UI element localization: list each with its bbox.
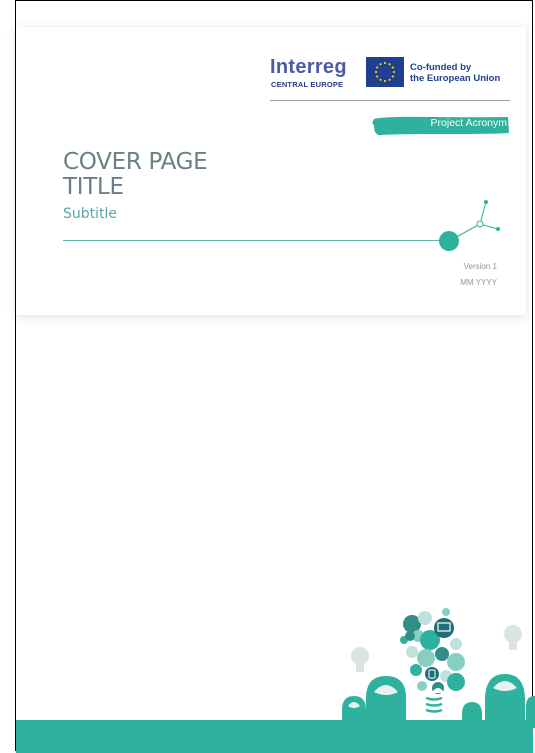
project-acronym: Project Acronym [430, 117, 507, 129]
title-underline [63, 240, 443, 241]
eu-flag-icon [366, 57, 404, 87]
interreg-programme-name: CENTRAL EUROPE [271, 80, 344, 89]
lightbulb-heads-illustration [342, 608, 535, 728]
idea-bulb-icon [405, 631, 415, 641]
eu-line-1: Co-funded by [410, 62, 472, 73]
cover-title-line-2: TITLE [63, 174, 124, 200]
cover-subtitle: Subtitle [63, 206, 118, 222]
cover-title: COVER PAGE TITLE [63, 149, 208, 200]
eu-cofunding-statement: Co-funded by the European Union [410, 62, 500, 84]
cover-title-line-1: COVER PAGE [63, 149, 208, 175]
footer-bar [16, 720, 533, 753]
date-label: MM YYYY [460, 278, 497, 287]
version-label: Version 1 [463, 262, 497, 271]
logo-divider [270, 100, 510, 101]
network-node-icon [439, 200, 500, 251]
interreg-logo: Interreg CENTRAL EUROPE [270, 57, 362, 101]
document-page: Interreg CENTRAL EUROPE Co-funded by the… [0, 0, 535, 753]
interreg-wordmark: Interreg [270, 56, 347, 78]
eu-line-2: the European Union [410, 73, 501, 84]
